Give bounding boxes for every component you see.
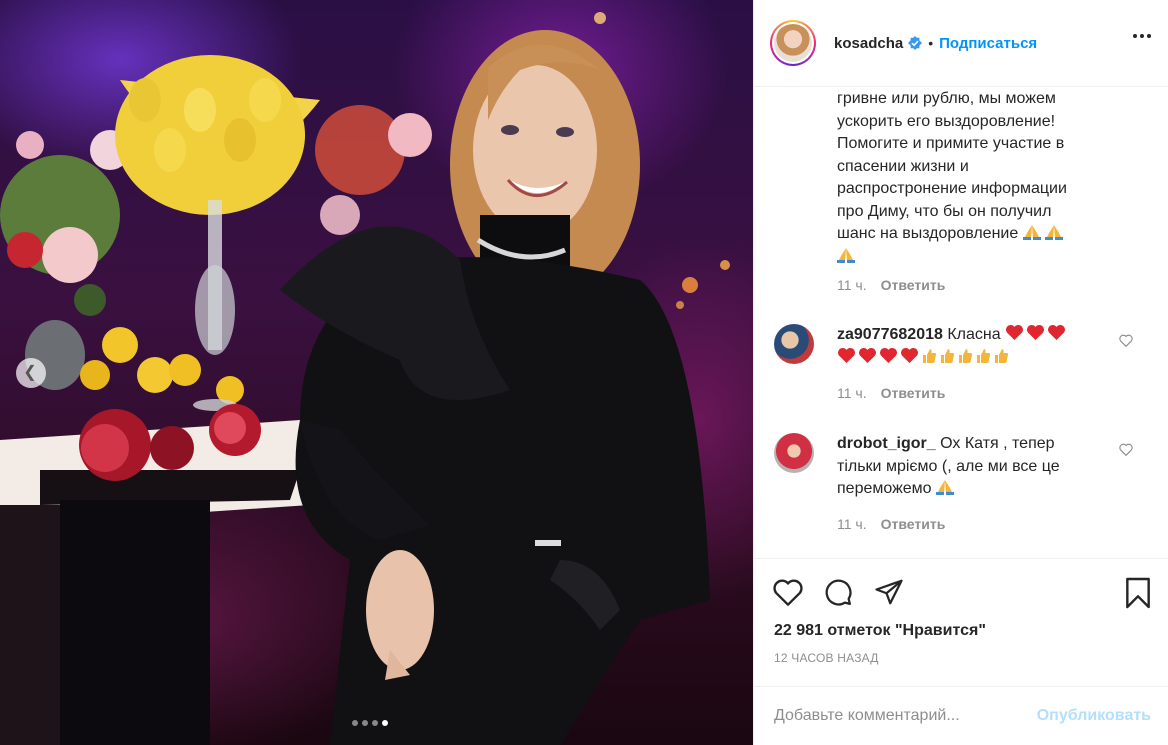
comment-icon[interactable] bbox=[822, 577, 854, 607]
caption-line: гривне или рублю, мы можем bbox=[837, 90, 1056, 107]
caption-line bbox=[837, 246, 1097, 269]
comments-list[interactable]: гривне или рублю, мы можем ускорить его … bbox=[754, 88, 1168, 558]
comment-username[interactable]: za9077682018 bbox=[837, 326, 943, 343]
add-comment-bar: Опубликовать bbox=[754, 686, 1168, 745]
comment-body: тільки мріємо (, але ми все це bbox=[837, 457, 1060, 475]
caption-line: шанс на выздоровление bbox=[837, 223, 1097, 246]
like-comment-heart-icon[interactable] bbox=[1119, 334, 1133, 347]
heart-emoji-icon bbox=[880, 347, 897, 363]
author-username[interactable]: kosadcha bbox=[834, 35, 903, 52]
comment-input[interactable] bbox=[774, 707, 1037, 725]
avatar[interactable] bbox=[774, 324, 814, 364]
carousel-dots bbox=[352, 720, 388, 726]
heart-icon[interactable] bbox=[772, 577, 804, 607]
post-media[interactable]: ❮ bbox=[0, 0, 753, 745]
pray-emoji-icon bbox=[1045, 225, 1064, 240]
comment-text: za9077682018 Класна bbox=[837, 324, 1097, 369]
comment-body: Ох Катя , тепер bbox=[940, 435, 1055, 452]
caption-line: про Диму, что бы он получил bbox=[837, 202, 1052, 220]
caption-time[interactable]: 11 ч. bbox=[837, 277, 867, 293]
carousel-prev-button[interactable]: ❮ bbox=[16, 358, 46, 388]
post-timestamp[interactable]: 12 ЧАСОВ НАЗАД bbox=[774, 651, 879, 665]
verified-icon bbox=[908, 36, 923, 50]
carousel-dot bbox=[372, 720, 378, 726]
caption-line: Помогите и примите участие в bbox=[837, 135, 1065, 152]
comment-meta: 11 ч. Ответить bbox=[837, 385, 945, 401]
carousel-dot-active bbox=[382, 720, 388, 726]
heart-emoji-icon bbox=[901, 347, 918, 363]
thumbs-up-emoji-icon bbox=[995, 348, 1009, 363]
more-icon[interactable] bbox=[1133, 34, 1151, 38]
follow-button[interactable]: Подписаться bbox=[939, 35, 1037, 52]
avatar[interactable] bbox=[774, 433, 814, 473]
comment-body: Класна bbox=[947, 326, 1001, 343]
caption-line: ускорить его выздоровление! bbox=[837, 112, 1056, 130]
carousel-dot bbox=[362, 720, 368, 726]
post-actions: 22 981 отметок "Нравится" 12 ЧАСОВ НАЗАД bbox=[754, 558, 1168, 696]
heart-emoji-icon bbox=[859, 347, 876, 363]
pray-emoji-icon bbox=[1022, 225, 1041, 240]
pray-emoji-icon bbox=[936, 480, 955, 495]
post-photo bbox=[0, 12, 730, 745]
heart-emoji-icon bbox=[1006, 324, 1024, 341]
heart-emoji-icon bbox=[1027, 324, 1045, 341]
comment-time[interactable]: 11 ч. bbox=[837, 516, 867, 532]
thumbs-up-emoji-icon bbox=[923, 348, 937, 363]
thumbs-up-emoji-icon bbox=[977, 348, 991, 363]
publish-button[interactable]: Опубликовать bbox=[1037, 707, 1151, 725]
comment-meta: 11 ч. Ответить bbox=[837, 516, 945, 532]
pray-emoji-icon bbox=[837, 247, 855, 263]
comment-username[interactable]: drobot_igor_ bbox=[837, 435, 936, 452]
like-comment-heart-icon[interactable] bbox=[1119, 443, 1133, 456]
caption-line-text: шанс на выздоровление bbox=[837, 225, 1019, 242]
caption-line: спасении жизни и bbox=[837, 157, 969, 175]
thumbs-up-emoji-icon bbox=[959, 348, 973, 363]
comment-text: drobot_igor_ Ох Катя , тепер тільки мріє… bbox=[837, 433, 1097, 501]
comment-time[interactable]: 11 ч. bbox=[837, 385, 867, 401]
heart-emoji-icon bbox=[838, 347, 855, 363]
post-header: kosadcha • Подписаться bbox=[754, 0, 1168, 87]
caption-meta: 11 ч. Ответить bbox=[837, 277, 945, 293]
thumbs-up-emoji-icon bbox=[941, 348, 955, 363]
caption-reply-button[interactable]: Ответить bbox=[881, 277, 946, 293]
comment-reply-button[interactable]: Ответить bbox=[881, 516, 946, 532]
carousel-dot bbox=[352, 720, 358, 726]
likes-count[interactable]: 22 981 отметок "Нравится" bbox=[774, 622, 986, 640]
post-side-panel: kosadcha • Подписаться гривне или рублю,… bbox=[753, 0, 1168, 745]
post-caption: гривне или рублю, мы можем ускорить его … bbox=[837, 88, 1097, 268]
comment-body: переможемо bbox=[837, 480, 932, 497]
header-separator: • bbox=[928, 35, 934, 51]
share-icon[interactable] bbox=[873, 577, 905, 607]
heart-emoji-icon bbox=[1048, 324, 1066, 341]
comment-reply-button[interactable]: Ответить bbox=[881, 385, 946, 401]
bookmark-icon[interactable] bbox=[1124, 577, 1152, 609]
caption-line: распростронение информации bbox=[837, 180, 1067, 197]
avatar[interactable] bbox=[770, 20, 816, 66]
chevron-left-icon: ❮ bbox=[23, 364, 37, 381]
